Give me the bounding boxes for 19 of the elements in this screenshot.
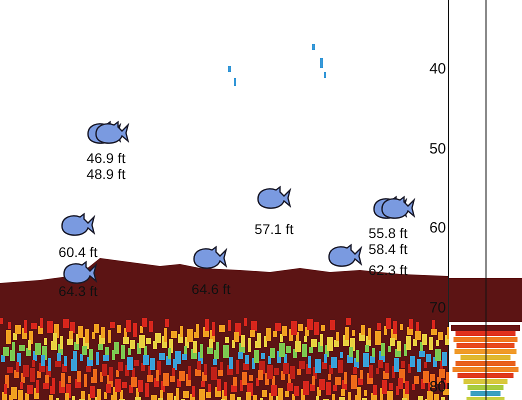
fish-icon bbox=[192, 245, 228, 271]
depth-label: 64.3 ft bbox=[58, 283, 98, 299]
depth-label: 46.9 ft bbox=[86, 150, 126, 166]
depth-tick: 40 bbox=[429, 60, 447, 78]
depth-tick: 70 bbox=[429, 299, 447, 316]
depth-tick: 60 bbox=[429, 220, 447, 236]
fish-icon bbox=[256, 185, 292, 211]
depth-label: 58.4 ft bbox=[368, 241, 408, 257]
depth-label: 55.8 ft bbox=[368, 225, 408, 241]
fish-icon bbox=[62, 260, 98, 286]
fish-icon bbox=[327, 243, 363, 269]
depth-tick: 50 bbox=[429, 140, 447, 157]
depth-label: 57.1 ft bbox=[254, 221, 294, 237]
fish-icon bbox=[94, 120, 130, 146]
depth-label: 60.4 ft bbox=[58, 244, 98, 260]
depth-label: 64.6 ft bbox=[192, 281, 230, 297]
fish-icon bbox=[60, 212, 96, 238]
fish-icon bbox=[380, 195, 416, 221]
depth-label: 48.9 ft bbox=[86, 166, 126, 182]
